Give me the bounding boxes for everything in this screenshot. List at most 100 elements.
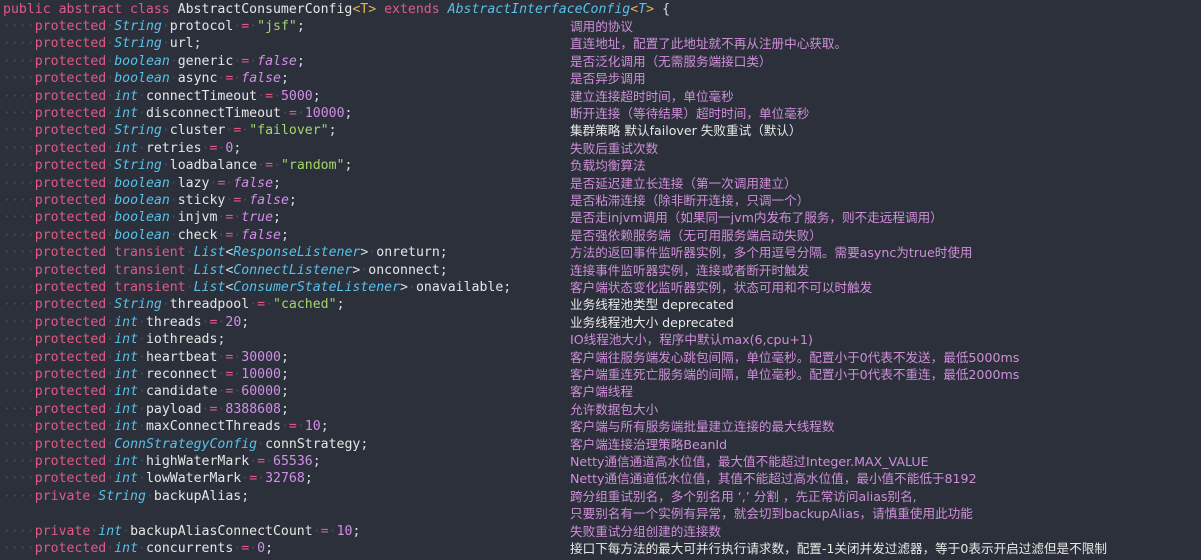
access-modifier: protected [34, 384, 107, 400]
field-declaration: ····protected·String·cluster·=·"failover… [3, 123, 337, 139]
access-modifier: protected [34, 541, 107, 556]
field-line: ····protected·int·maxConnectThreads·=·10… [0, 418, 1201, 435]
field-name: loadbalance [169, 158, 258, 174]
field-declaration: ····protected·int·payload·=·8388608; [3, 401, 289, 417]
field-type: List [193, 262, 226, 278]
field-name: generic [177, 53, 234, 69]
field-value: 8388608 [225, 401, 281, 417]
field-line: ····protected·boolean·generic·=·false; 是否… [0, 53, 1201, 70]
field-type: int [114, 454, 139, 469]
field-type: int [114, 471, 139, 487]
access-modifier: protected [34, 36, 107, 52]
field-declaration: ····protected·int·disconnectTimeout·=·10… [3, 106, 353, 121]
field-name: sticky [177, 193, 226, 208]
field-description: 方法的返回事件监听器实例，多个用逗号分隔。需要async为true时使用 [570, 245, 973, 261]
field-line: ····protected·int·reconnect·=·10000; 客户端重… [0, 366, 1201, 383]
field-name: backupAliasConnectCount [130, 523, 313, 539]
field-line: ····protected·String·url; 直连地址，配置了此地址就不再从… [0, 35, 1201, 52]
field-line: ····protected·ConnStrategyConfig·connStr… [0, 436, 1201, 453]
access-modifier: private [34, 488, 91, 504]
field-line: ····protected·int·concurrents·=·0; 接口下每方法… [0, 540, 1201, 557]
field-value: 20 [225, 314, 242, 330]
field-name: onavailable [415, 280, 504, 295]
field-declaration: ····protected·int·reconnect·=·10000; [3, 367, 289, 382]
field-description: 集群策略 默认failover 失败重试（默认） [570, 123, 802, 139]
field-line: ····protected·boolean·check·=·false; 是否强依… [0, 227, 1201, 244]
field-line: ····protected·boolean·injvm·=·true; 是否走in… [0, 209, 1201, 226]
field-name: iothreads [145, 332, 218, 348]
access-modifier: protected [34, 123, 107, 139]
field-declaration: ····protected·int·heartbeat·=·30000; [3, 349, 289, 365]
field-description: 客户端连接治理策略BeanId [570, 436, 728, 452]
access-modifier: protected transient [34, 280, 186, 295]
field-description: Netty通信通道低水位值，其值不能超过高水位值，最小值不能低于8192 [570, 471, 977, 487]
access-modifier: protected [34, 332, 107, 348]
field-description: 客户端重连死亡服务端的间隔，单位毫秒。配置小于0代表不重连，最低2000ms [570, 367, 1020, 382]
field-name: candidate [145, 384, 218, 400]
field-value: false [249, 193, 289, 208]
access-modifier: protected [34, 297, 107, 313]
field-declaration: ····protected·boolean·lazy·=·false; [3, 175, 281, 191]
access-modifier: protected [34, 471, 107, 487]
access-modifier: protected [34, 88, 107, 104]
field-declaration: ····protected·int·maxConnectThreads·=·10… [3, 419, 329, 435]
field-description: 是否延迟建立长连接（第一次调用建立） [570, 175, 797, 191]
access-modifier: protected [34, 140, 107, 156]
field-type: int [114, 367, 139, 382]
field-name: reconnect [145, 367, 218, 382]
field-line: ····protected·int·threads·=·20; 业务线程池大小 d… [0, 314, 1201, 331]
field-declaration: ····protected·int·iothreads; [3, 332, 226, 348]
field-declaration: ····protected·int·lowWaterMark·=·32768; [3, 471, 313, 487]
field-value: 65536 [273, 454, 313, 469]
access-modifier: protected transient [34, 262, 186, 278]
field-description: 客户端与所有服务端批量建立连接的最大线程数 [570, 419, 835, 435]
field-type: boolean [114, 193, 170, 208]
access-modifier: protected [34, 53, 107, 69]
field-line: ····protected·int·connectTimeout·=·5000;… [0, 88, 1201, 105]
field-name: connectTimeout [145, 88, 258, 104]
field-type: int [114, 140, 139, 156]
field-name: url [169, 36, 194, 52]
field-declaration: ····protected·String·loadbalance·=·"rand… [3, 158, 353, 174]
field-declaration: ····protected transient·List<ResponseLis… [3, 245, 448, 261]
field-line: 只要别名有一个实例有异常，就会切到backupAlias，请慎重使用此功能 [0, 505, 1201, 522]
field-name: lowWaterMark [145, 471, 242, 487]
field-value: false [241, 71, 281, 87]
field-line: ····protected·String·protocol·=·"jsf"; 调用… [0, 18, 1201, 35]
field-line: ····protected·int·heartbeat·=·30000; 客户端往… [0, 349, 1201, 366]
field-value: 0 [257, 541, 266, 556]
field-name: threadpool [169, 297, 250, 313]
field-description: 业务线程池大小 deprecated [570, 314, 734, 330]
field-name: injvm [177, 210, 218, 226]
access-modifier: protected [34, 401, 107, 417]
access-modifier: protected [34, 106, 107, 121]
field-value: false [233, 175, 274, 191]
field-name: threads [145, 314, 202, 330]
field-description: 连接事件监听器实例，连接或者断开时触发 [570, 262, 810, 278]
field-declaration: ····protected·ConnStrategyConfig·connStr… [3, 436, 369, 452]
access-modifier: protected [34, 367, 107, 382]
field-declaration: ····private·String·backupAlias; [3, 488, 250, 504]
field-declaration: ····protected transient·List<ConsumerSta… [3, 280, 512, 295]
code-editor[interactable]: public abstract class AbstractConsumerCo… [0, 0, 1201, 560]
field-type: int [114, 541, 139, 556]
field-name: connStrategy [265, 436, 361, 452]
access-modifier: private [34, 523, 91, 539]
field-description: 是否强依赖服务端（无可用服务端启动失败） [570, 227, 822, 243]
field-type: int [114, 384, 139, 400]
field-declaration: ····private·int·backupAliasConnectCount·… [3, 523, 361, 539]
field-description: 负载均衡算法 [570, 158, 646, 174]
field-description: IO线程池大小，程序中默认max(6,cpu+1) [570, 332, 813, 348]
field-name: protocol [169, 19, 234, 34]
field-value: 5000 [280, 88, 313, 104]
access-modifier: protected [34, 454, 107, 469]
field-description: 只要别名有一个实例有异常，就会切到backupAlias，请慎重使用此功能 [570, 506, 973, 522]
field-declaration: ····protected·boolean·check·=·false; [3, 227, 289, 243]
field-line: ····protected·String·loadbalance·=·"rand… [0, 157, 1201, 174]
field-type: boolean [114, 53, 170, 69]
access-modifier: protected [34, 419, 107, 435]
field-name: retries [145, 140, 202, 156]
field-description: 是否泛化调用（无需服务端接口类） [570, 53, 772, 69]
access-modifier: protected [34, 158, 107, 174]
field-name: cluster [169, 123, 226, 139]
